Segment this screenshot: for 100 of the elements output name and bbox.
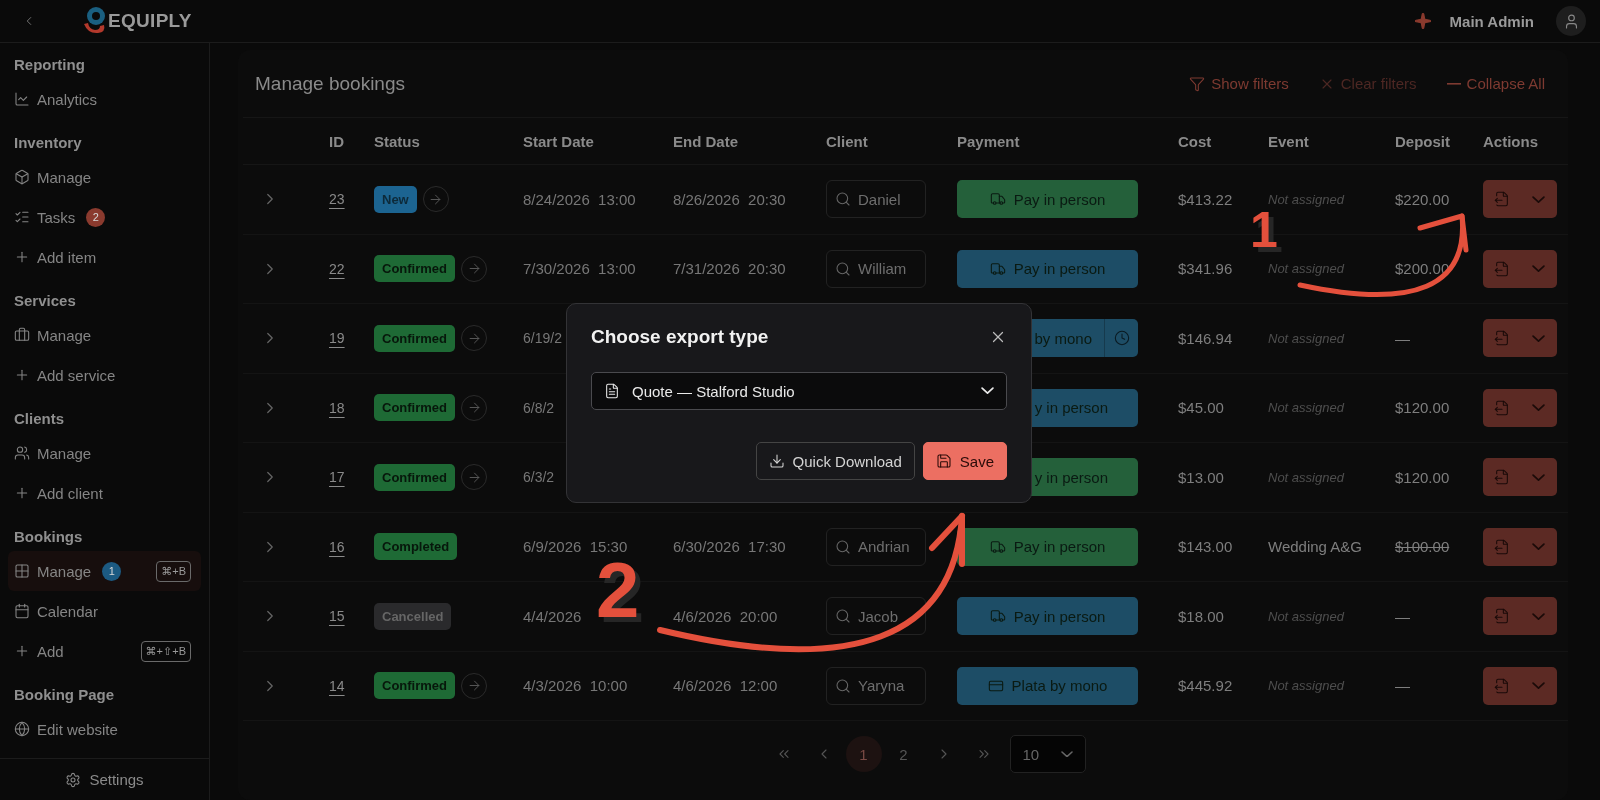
deposit-text: $100.00 (1395, 538, 1450, 556)
menu-button[interactable] (1520, 458, 1557, 497)
section-title: Clients (13, 409, 65, 429)
start-date: 8/24/2026 13:00 (523, 190, 636, 208)
section-title: Services (13, 291, 77, 311)
item-label: Manage (37, 444, 92, 462)
funnel-icon (1189, 75, 1206, 92)
end-date: 8/26/2026 20:30 (673, 190, 786, 208)
export-button[interactable] (1483, 458, 1520, 497)
sidebar-item[interactable]: Add ⌘+⇧+B (8, 631, 201, 671)
cost-text: $143.00 (1178, 538, 1233, 556)
start-date: 7/30/2026 13:00 (523, 260, 636, 278)
cost-text: $18.00 (1178, 607, 1224, 625)
settings-button[interactable]: Settings (0, 758, 209, 800)
sidebar-item[interactable]: Calendar (8, 591, 201, 631)
plus-icon (14, 249, 30, 265)
booking-id-link[interactable]: 14 (329, 677, 345, 694)
people-icon (14, 445, 30, 461)
file-icon (604, 383, 620, 399)
item-label: Manage (37, 562, 92, 580)
checklist-icon (14, 209, 30, 225)
deposit-text: — (1395, 607, 1410, 625)
sidebar-item[interactable]: Add service (8, 355, 201, 395)
client-field[interactable]: William (826, 249, 926, 288)
booking-id-link[interactable]: 23 (329, 191, 345, 208)
export-button[interactable] (1483, 597, 1520, 636)
client-field[interactable]: Andrian (826, 527, 926, 566)
sidebar-item[interactable]: Tasks 2 (8, 197, 201, 237)
start-date: 6/19/2 (523, 330, 562, 347)
file-arrow-icon (1493, 260, 1510, 277)
status-tag: Confirmed (374, 463, 455, 491)
sidebar-item[interactable]: Manage (8, 315, 201, 355)
menu-button[interactable] (1520, 597, 1557, 636)
caret-icon (981, 387, 994, 395)
booking-id-link[interactable]: 19 (329, 330, 345, 347)
end-date: 4/6/2026 12:00 (673, 677, 778, 695)
truck-icon (989, 608, 1006, 625)
client-field[interactable]: Daniel (826, 180, 926, 219)
deposit-text: — (1395, 677, 1410, 695)
shortcut-hint: ⌘+B (156, 560, 191, 582)
client-field[interactable]: Jacob (826, 597, 926, 636)
client-field[interactable]: Yaryna (826, 666, 926, 705)
column-header: ID (329, 132, 345, 150)
menu-button[interactable] (1520, 180, 1557, 219)
arrow-right-icon (428, 191, 444, 207)
item-label: Edit website (37, 720, 118, 738)
menu-button[interactable] (1520, 527, 1557, 566)
page-size-select[interactable]: 10 (1009, 735, 1086, 773)
menu-button[interactable] (1520, 319, 1557, 358)
count-badge: 1 (102, 561, 122, 581)
column-header: Cost (1178, 132, 1213, 150)
menu-button[interactable] (1520, 388, 1557, 427)
status-tag: Cancelled (374, 602, 452, 630)
file-arrow-icon (1493, 191, 1510, 208)
export-button[interactable] (1483, 388, 1520, 427)
start-date: 4/4/2026 (523, 607, 582, 625)
file-arrow-icon (1493, 677, 1510, 694)
export-button[interactable] (1483, 319, 1520, 358)
globe-icon (14, 721, 30, 737)
booking-id-link[interactable]: 17 (329, 469, 345, 486)
item-label: Calendar (37, 602, 98, 620)
status-tag: Confirmed (374, 394, 455, 422)
export-button[interactable] (1483, 249, 1520, 288)
sidebar-item[interactable]: Manage 1 ⌘+B (8, 551, 201, 591)
truck-icon (989, 538, 1006, 555)
cost-text: $413.22 (1178, 190, 1233, 208)
avatar-button[interactable] (1556, 6, 1586, 36)
settings-icon (65, 771, 82, 788)
caret-icon (1532, 682, 1545, 690)
sidebar-item[interactable]: Add item (8, 237, 201, 277)
sidebar-item[interactable]: Manage (8, 433, 201, 473)
arrow-right-icon (466, 330, 482, 346)
booking-id-link[interactable]: 18 (329, 399, 345, 416)
booking-id-link[interactable]: 15 (329, 608, 345, 625)
file-arrow-icon (1493, 399, 1510, 416)
download-button[interactable]: Quick Download (755, 442, 915, 480)
export-button[interactable] (1483, 527, 1520, 566)
search-icon (835, 191, 851, 208)
export-button[interactable] (1483, 666, 1520, 705)
export-type-select[interactable]: Quote — Stalford Studio (591, 372, 1007, 410)
booking-id-link[interactable]: 22 (329, 260, 345, 277)
chart-icon (14, 91, 30, 107)
timer-button[interactable] (1104, 319, 1138, 358)
sidebar-item[interactable]: Manage (8, 157, 201, 197)
menu-button[interactable] (1520, 666, 1557, 705)
sidebar-item[interactable]: Add client (8, 473, 201, 513)
sidebar-item[interactable]: Analytics (8, 79, 201, 119)
save-button[interactable]: Save (922, 442, 1007, 480)
column-header: Status (374, 132, 421, 150)
export-button[interactable] (1483, 180, 1520, 219)
sidebar-item[interactable]: Edit website (8, 709, 201, 749)
menu-button[interactable] (1520, 249, 1557, 288)
booking-id-link[interactable]: 16 (329, 538, 345, 555)
end-date: 7/31/2026 20:30 (673, 260, 786, 278)
arrow-right-icon (466, 469, 482, 485)
deposit-text: $220.00 (1395, 190, 1450, 208)
section-title: Bookings (13, 527, 84, 547)
event-text: Not assigned (1268, 608, 1344, 624)
status-tag: Completed (374, 533, 458, 561)
section-title: Reporting (13, 55, 86, 75)
